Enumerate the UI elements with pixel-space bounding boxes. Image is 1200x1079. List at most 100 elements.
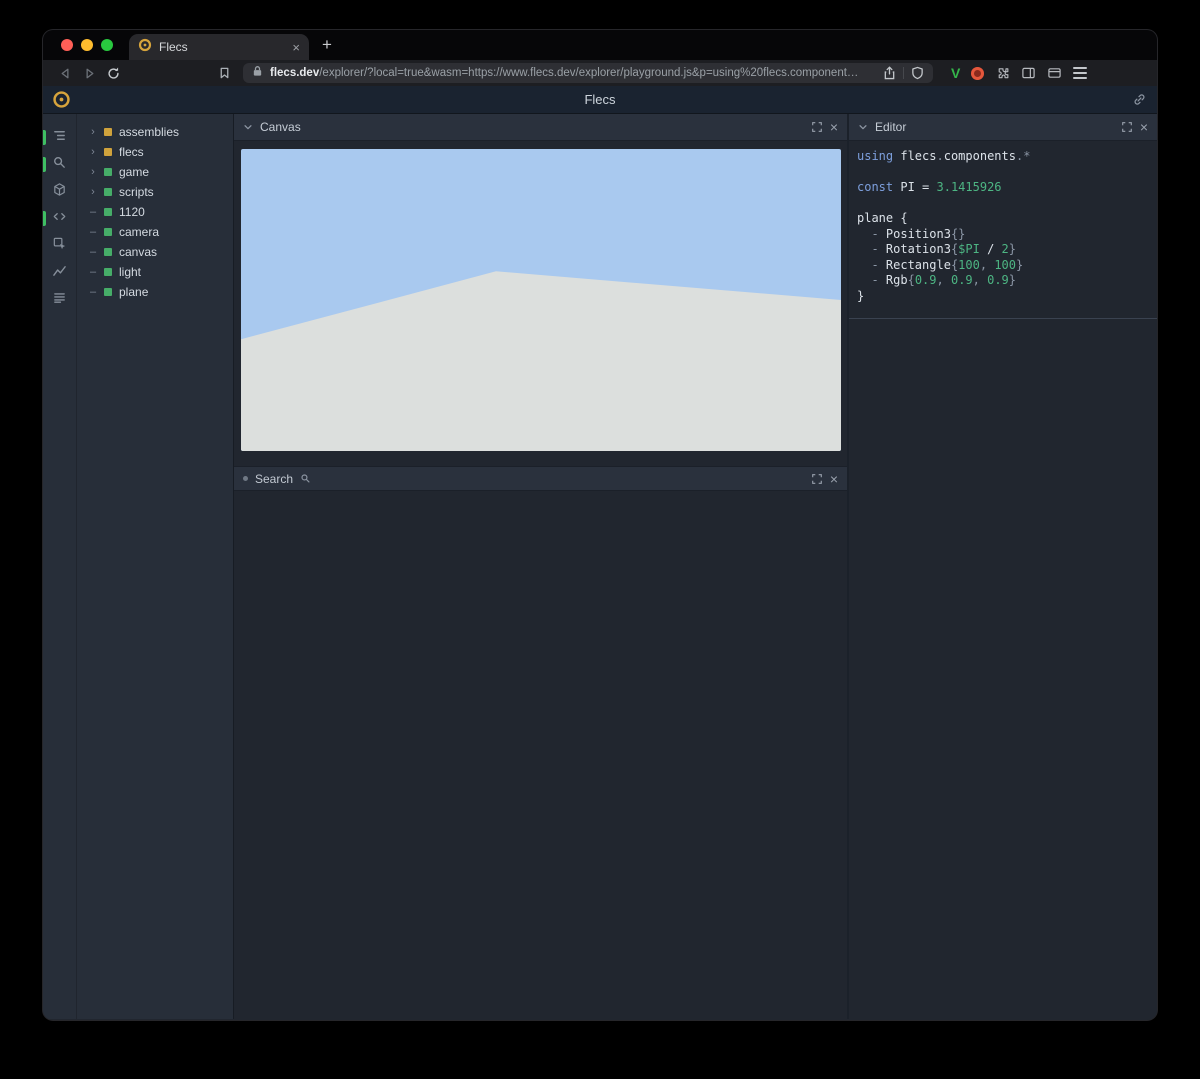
tree-item-label: canvas <box>119 245 157 259</box>
cube-icon <box>52 182 67 202</box>
entity-square-icon <box>104 188 112 196</box>
entity-square-icon <box>104 248 112 256</box>
rail-item-search[interactable] <box>43 151 76 178</box>
rail-item-inspect[interactable] <box>43 232 76 259</box>
tree-item-scripts[interactable]: ›scripts <box>77 182 233 202</box>
browser-window: Flecs × + flecs.dev/explorer/?local=true… <box>43 30 1157 1020</box>
tree-item-plane[interactable]: –plane <box>77 282 233 302</box>
search-small-icon <box>300 473 311 484</box>
forward-button[interactable] <box>77 62 101 84</box>
module-square-icon <box>104 148 112 156</box>
minimize-window-button[interactable] <box>81 39 93 51</box>
extensions-puzzle-icon[interactable] <box>995 66 1010 81</box>
browser-toolbar: flecs.dev/explorer/?local=true&wasm=http… <box>43 60 1157 86</box>
expand-icon[interactable] <box>1121 121 1133 133</box>
bookmark-icon[interactable] <box>213 66 235 80</box>
entity-square-icon <box>104 228 112 236</box>
close-icon[interactable]: × <box>1140 120 1148 134</box>
entity-square-icon <box>104 208 112 216</box>
brave-shield-icon[interactable] <box>911 66 924 80</box>
canvas-viewport[interactable] <box>234 141 847 459</box>
rail-item-tables[interactable] <box>43 286 76 313</box>
tab-title: Flecs <box>159 40 285 54</box>
rail-item-entities[interactable] <box>43 178 76 205</box>
tab-strip: Flecs × + <box>43 30 1157 60</box>
address-bar-separator <box>903 67 904 79</box>
code-line: - Rgb{0.9, 0.9, 0.9} <box>857 273 1149 289</box>
flecs-logo-icon <box>51 90 71 110</box>
canvas-panel-title: Canvas <box>260 120 301 134</box>
zoom-window-button[interactable] <box>101 39 113 51</box>
tree-item-light[interactable]: –light <box>77 262 233 282</box>
expand-arrow-icon[interactable]: › <box>89 186 97 198</box>
rail-item-editor[interactable] <box>43 205 76 232</box>
canvas-column: Canvas × Search × <box>233 114 847 1019</box>
url-domain: flecs.dev <box>270 67 319 79</box>
tree-item-label: assemblies <box>119 125 179 139</box>
tree-item-label: plane <box>119 285 148 299</box>
tree-item-assemblies[interactable]: › assemblies <box>77 122 233 142</box>
editor-panel-title: Editor <box>875 120 906 134</box>
share-link-icon[interactable] <box>1132 92 1147 107</box>
code-line <box>857 196 1149 212</box>
search-icon <box>52 155 67 175</box>
code-line <box>857 165 1149 181</box>
tree-icon <box>52 128 67 148</box>
tree-item-camera[interactable]: –camera <box>77 222 233 242</box>
expand-arrow-icon[interactable]: › <box>89 146 97 158</box>
chevron-down-icon[interactable] <box>243 122 253 132</box>
code-line: const PI = 3.1415926 <box>857 180 1149 196</box>
rail-item-tree[interactable] <box>43 124 76 151</box>
url-path: /explorer/?local=true&wasm=https://www.f… <box>319 67 858 79</box>
editor-code[interactable]: using flecs.components.* const PI = 3.14… <box>849 141 1157 319</box>
share-icon[interactable] <box>883 66 896 80</box>
tree-item-game[interactable]: ›game <box>77 162 233 182</box>
code-icon <box>52 209 67 229</box>
leaf-dash-icon: – <box>89 246 97 258</box>
icon-rail <box>43 114 76 1019</box>
search-panel-header[interactable]: Search × <box>234 466 847 491</box>
browser-tab[interactable]: Flecs × <box>129 34 309 60</box>
tab-close-icon[interactable]: × <box>292 41 300 54</box>
reload-button[interactable] <box>101 62 125 84</box>
chart-icon <box>52 263 67 283</box>
close-icon[interactable]: × <box>830 472 838 486</box>
tree-item-label: 1120 <box>119 205 145 219</box>
module-square-icon <box>104 128 112 136</box>
new-tab-button[interactable]: + <box>309 35 332 60</box>
tree-item-flecs[interactable]: ›flecs <box>77 142 233 162</box>
tree-item-canvas[interactable]: – canvas <box>77 242 233 262</box>
tab-favicon-flecs-icon <box>138 38 152 57</box>
leaf-dash-icon: – <box>89 226 97 238</box>
expand-arrow-icon[interactable]: › <box>89 166 97 178</box>
extension-v-icon[interactable]: V <box>951 66 960 80</box>
back-button[interactable] <box>53 62 77 84</box>
tree-item-label: light <box>119 265 141 279</box>
entity-square-icon <box>104 288 112 296</box>
sidebar-toggle-icon[interactable] <box>1021 66 1036 80</box>
extension-circle-icon[interactable] <box>971 67 984 80</box>
traffic-lights <box>43 39 129 60</box>
address-bar[interactable]: flecs.dev/explorer/?local=true&wasm=http… <box>243 63 933 83</box>
rows-icon <box>52 290 67 310</box>
chevron-down-icon[interactable] <box>858 122 868 132</box>
rail-item-stats[interactable] <box>43 259 76 286</box>
status-dot-icon <box>243 476 248 481</box>
entity-square-icon <box>104 168 112 176</box>
expand-arrow-icon[interactable]: › <box>89 126 97 138</box>
code-line: plane { <box>857 211 1149 227</box>
wallet-icon[interactable] <box>1047 66 1062 80</box>
tree-item-1120[interactable]: – 1120 <box>77 202 233 222</box>
menu-icon[interactable] <box>1073 67 1087 79</box>
close-icon[interactable]: × <box>830 120 838 134</box>
inspector-icon <box>52 236 67 256</box>
close-window-button[interactable] <box>61 39 73 51</box>
leaf-dash-icon: – <box>89 206 97 218</box>
code-line: - Rotation3{$PI / 2} <box>857 242 1149 258</box>
expand-icon[interactable] <box>811 121 823 133</box>
code-line: } <box>857 289 1149 305</box>
app-body: › assemblies ›flecs›game›scripts – 1120 –came… <box>43 114 1157 1019</box>
expand-icon[interactable] <box>811 473 823 485</box>
app-title: Flecs <box>584 92 615 107</box>
code-line: using flecs.components.* <box>857 149 1149 165</box>
